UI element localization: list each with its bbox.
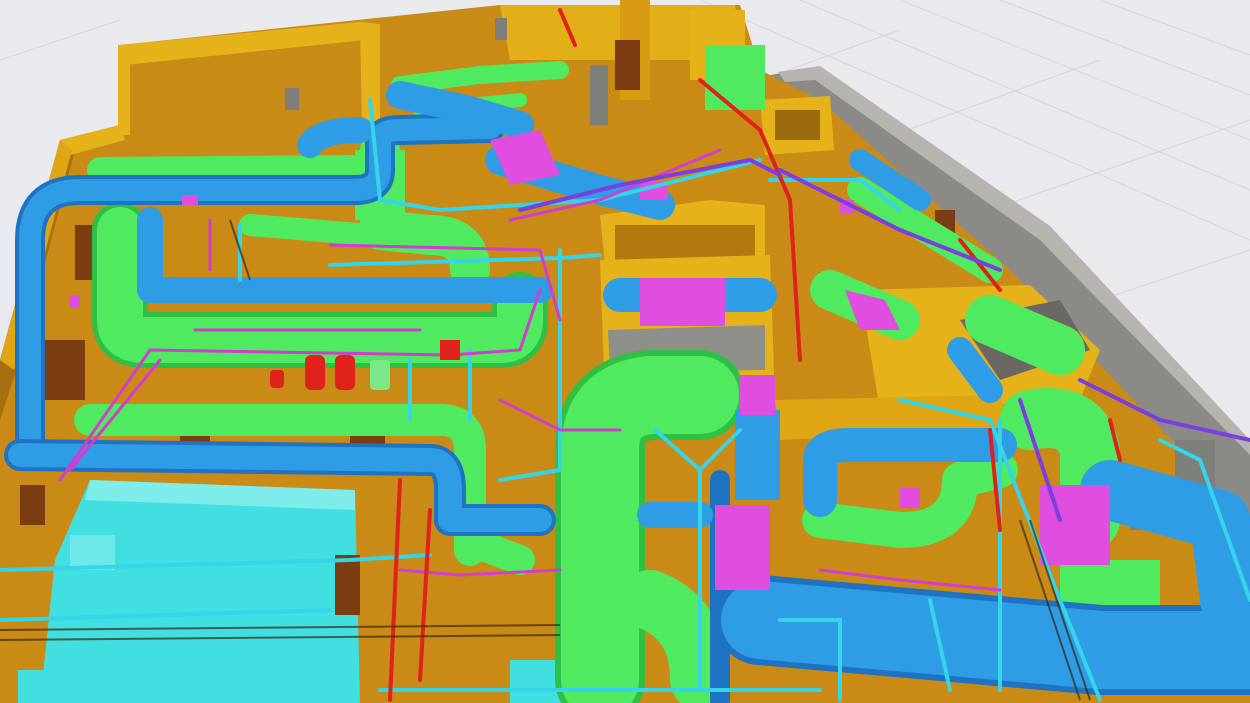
green-fan-unit: [705, 45, 765, 110]
bim-model-viewport[interactable]: [0, 0, 1250, 703]
blue-duct-riser: [735, 410, 780, 500]
small-green-tank: [370, 360, 390, 390]
